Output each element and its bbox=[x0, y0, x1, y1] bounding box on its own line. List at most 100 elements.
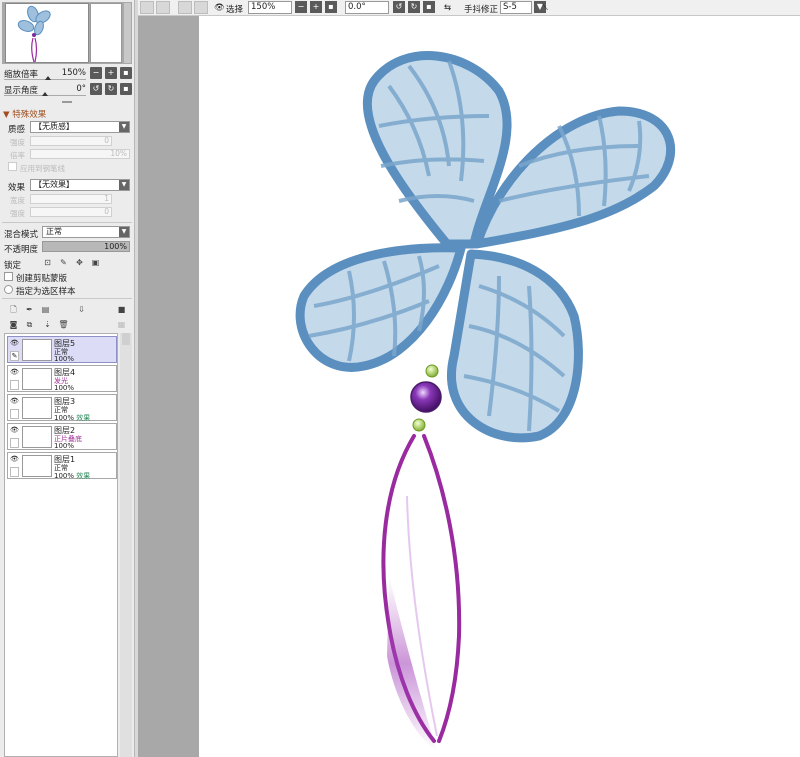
layer-lock-box[interactable] bbox=[10, 438, 19, 448]
layer-fx-badge: 效果 bbox=[76, 472, 91, 480]
toolbar-rotate-left-button[interactable]: ↺ bbox=[393, 1, 405, 13]
toolbar-rotate-right-button[interactable]: ↻ bbox=[408, 1, 420, 13]
zoom-slider-handle[interactable] bbox=[45, 76, 51, 80]
toolbar-rotate-reset-button[interactable]: ▪ bbox=[423, 1, 435, 13]
layer-thumbnail bbox=[22, 426, 52, 448]
lock-paint-icon[interactable]: ✎ bbox=[58, 257, 69, 268]
lock-transparency-icon[interactable]: ⊡ bbox=[42, 257, 53, 268]
new-layer-icon[interactable]: 🗋 bbox=[8, 304, 19, 315]
chevron-down-icon: ▼ bbox=[119, 180, 129, 190]
texture-dropdown-value: 【无质感】 bbox=[34, 122, 74, 131]
rotation-select[interactable]: 0.0° bbox=[345, 1, 389, 14]
new-folder-icon[interactable]: ▤ bbox=[40, 304, 51, 315]
toolbar-zoom-in-button[interactable]: + bbox=[310, 1, 322, 13]
delete-layer-icon[interactable]: 🗑 bbox=[58, 319, 69, 330]
layer-options-icon[interactable]: ■ bbox=[116, 304, 127, 315]
texture-dropdown[interactable]: 【无质感】 ▼ bbox=[30, 121, 130, 133]
selection-source-checkbox[interactable] bbox=[4, 285, 13, 294]
layer-row-3[interactable]: 👁 图层3 正常 100% 效果 bbox=[7, 394, 117, 422]
bead-green-top bbox=[425, 364, 439, 378]
layer-row-1[interactable]: 👁 图层1 正常 100% 效果 bbox=[7, 452, 117, 480]
layer-opacity: 100% bbox=[54, 442, 74, 450]
layer-thumbnail bbox=[22, 339, 52, 361]
drawing-canvas[interactable] bbox=[199, 16, 800, 757]
zoom-out-button[interactable]: − bbox=[90, 67, 102, 79]
transfer-down-icon[interactable]: ⇣ bbox=[42, 319, 53, 330]
layer-opacity-value: 100% bbox=[54, 355, 75, 363]
texture-strength-field[interactable]: 0 bbox=[30, 136, 112, 146]
texture-scale-field[interactable]: 10% bbox=[30, 149, 130, 159]
opacity-slider[interactable]: 100% bbox=[42, 241, 130, 252]
stabilizer-select[interactable]: S-5 bbox=[500, 1, 532, 14]
panel-grip[interactable] bbox=[62, 101, 72, 103]
layer-lock-box[interactable] bbox=[10, 409, 19, 419]
scrollbar-thumb[interactable] bbox=[122, 333, 130, 345]
layer-opacity: 100% bbox=[54, 355, 74, 363]
visibility-eye-icon[interactable]: 👁 bbox=[10, 455, 19, 464]
redo-button[interactable] bbox=[156, 1, 170, 14]
layer-lock-box[interactable] bbox=[10, 380, 19, 390]
layer-mask-icon[interactable]: ▦ bbox=[116, 319, 127, 330]
texture-label: 质感 bbox=[8, 125, 26, 135]
layer-lock-box[interactable] bbox=[10, 467, 19, 477]
navigator-scrollbar[interactable] bbox=[124, 3, 131, 63]
clipping-checkbox[interactable] bbox=[4, 272, 13, 281]
layer-row-5[interactable]: 👁 ✎ 图层5 正常 100% bbox=[7, 336, 117, 363]
layer-list-scrollbar[interactable] bbox=[120, 333, 132, 757]
rotate-left-button[interactable]: ↺ bbox=[90, 83, 102, 95]
divider bbox=[2, 298, 132, 299]
effect-label: 效果 bbox=[8, 183, 26, 193]
blend-mode-dropdown[interactable]: 正常 ▼ bbox=[42, 226, 130, 238]
bead-green-bottom bbox=[412, 418, 426, 432]
selection-source-label: 指定为选区样本 bbox=[16, 287, 76, 297]
layer-thumbnail bbox=[22, 368, 52, 390]
effect-dropdown[interactable]: 【无效果】 ▼ bbox=[30, 179, 130, 191]
visibility-eye-icon[interactable]: 👁 bbox=[10, 397, 19, 406]
angle-slider-handle[interactable] bbox=[42, 92, 48, 96]
effect-dropdown-value: 【无效果】 bbox=[34, 180, 74, 189]
stabilizer-select-value: S-5 bbox=[503, 2, 517, 12]
toolbar-zoom-out-button[interactable]: − bbox=[295, 1, 307, 13]
undo-button[interactable] bbox=[140, 1, 154, 14]
clear-layer-icon[interactable]: ◙ bbox=[8, 319, 19, 330]
invert-selection-button[interactable] bbox=[194, 1, 208, 14]
layer-row-4[interactable]: 👁 图层4 发光 100% bbox=[7, 365, 117, 392]
eye-icon[interactable]: 👁 bbox=[214, 3, 225, 13]
zoom-in-button[interactable]: + bbox=[105, 67, 117, 79]
zoom-select[interactable]: 150% bbox=[248, 1, 292, 14]
effect-strength-field[interactable]: 0 bbox=[30, 207, 112, 217]
stem-shading bbox=[387, 576, 437, 751]
layer-opacity-value: 100% bbox=[54, 472, 75, 480]
rotate-reset-button[interactable]: ▪ bbox=[120, 83, 132, 95]
layer-thumbnail bbox=[22, 397, 52, 419]
toolbar-zoom-reset-button[interactable]: ▪ bbox=[325, 1, 337, 13]
brush-texture-checkbox[interactable] bbox=[8, 162, 17, 171]
lock-all-icon[interactable]: ▣ bbox=[90, 257, 101, 268]
effects-section-label: 特殊效果 bbox=[12, 110, 47, 120]
effect-width-label: 宽度 bbox=[10, 196, 25, 205]
visibility-eye-icon[interactable]: 👁 bbox=[10, 339, 19, 348]
pen-icon[interactable]: ✎ bbox=[10, 351, 19, 361]
chevron-down-icon: ▼ bbox=[119, 227, 129, 237]
new-linework-layer-icon[interactable]: ✒ bbox=[24, 304, 35, 315]
navigator-thumbnail[interactable] bbox=[5, 3, 89, 63]
paint-app-window: 缩放倍率 150% − + ▪ 显示角度 0° ↺ ↻ ▪ ▼ 特殊效果 质感 … bbox=[0, 0, 800, 757]
left-panel: 缩放倍率 150% − + ▪ 显示角度 0° ↺ ↻ ▪ ▼ 特殊效果 质感 … bbox=[0, 0, 135, 757]
flip-horizontal-icon[interactable]: ⇆ bbox=[444, 3, 451, 13]
deselect-button[interactable] bbox=[178, 1, 192, 14]
merge-down-icon[interactable]: ⇩ bbox=[76, 304, 87, 315]
visibility-eye-icon[interactable]: 👁 bbox=[10, 426, 19, 435]
rotate-right-button[interactable]: ↻ bbox=[105, 83, 117, 95]
angle-value: 0° bbox=[76, 84, 86, 94]
canvas-viewport[interactable] bbox=[138, 16, 800, 757]
line-tool-icon[interactable]: ⟍ bbox=[542, 3, 548, 13]
lock-move-icon[interactable]: ✥ bbox=[74, 257, 85, 268]
copy-layer-icon[interactable]: ⧉ bbox=[24, 319, 35, 330]
effect-width-field[interactable]: 1 bbox=[30, 194, 112, 204]
bead-purple bbox=[410, 381, 442, 413]
select-label: 选择 bbox=[226, 5, 244, 15]
layer-row-2[interactable]: 👁 图层2 正片叠底 100% bbox=[7, 423, 117, 450]
visibility-eye-icon[interactable]: 👁 bbox=[10, 368, 19, 377]
effects-section-title[interactable]: ▼ 特殊效果 bbox=[3, 108, 46, 120]
zoom-reset-button[interactable]: ▪ bbox=[120, 67, 132, 79]
